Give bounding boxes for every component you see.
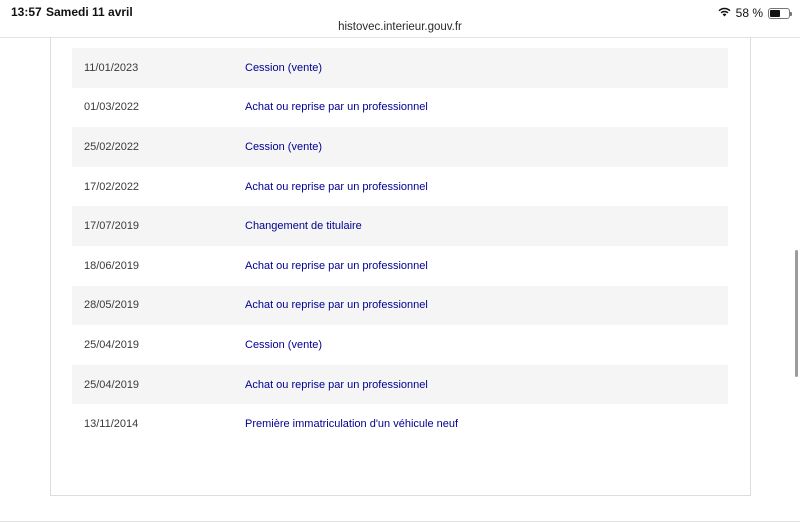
table-row: 01/03/2022 Achat ou reprise par un profes… (72, 88, 728, 128)
event-date: 18/06/2019 (84, 259, 140, 272)
event-date: 01/03/2022 (84, 101, 140, 114)
table-row: 11/01/2023 Cession (vente) (72, 48, 728, 88)
event-date: 25/02/2022 (84, 140, 140, 153)
event-date: 25/04/2019 (84, 378, 140, 391)
event-label: Achat ou reprise par un professionnel (245, 378, 428, 391)
table-row: 25/04/2019 Achat ou reprise par un profes… (72, 364, 728, 405)
table-row: 18/06/2019 Achat ou reprise par un profes… (72, 246, 728, 286)
event-label: Achat ou reprise par un professionnel (245, 101, 428, 114)
event-date: 25/04/2019 (84, 338, 140, 351)
url-text: histovec.interieur.gouv.fr (338, 21, 462, 33)
table-row: 25/02/2022 Cession (vente) (72, 127, 728, 167)
table-row: 25/04/2019 Cession (vente) (72, 325, 728, 365)
event-date: 13/11/2014 (84, 418, 139, 431)
event-date: 11/01/2023 (84, 61, 139, 74)
event-date: 17/07/2019 (84, 220, 140, 233)
event-label: Achat ou reprise par un professionnel (245, 180, 428, 193)
address-bar[interactable]: histovec.interieur.gouv.fr (0, 17, 800, 37)
event-label: Achat ou reprise par un professionnel (245, 299, 428, 312)
bottom-divider (0, 521, 800, 522)
table-row: 17/02/2022 Achat ou reprise par un profes… (72, 167, 728, 207)
event-label: Première immatriculation d'un véhicule n… (245, 418, 459, 431)
history-table: 11/01/2023 Cession (vente) 01/03/2022 Achat… (72, 48, 728, 444)
event-label: Changement de titulaire (245, 220, 362, 233)
event-label: Achat ou reprise par un professionnel (245, 259, 428, 272)
scrollbar[interactable] (795, 250, 798, 377)
table-row: 13/11/2014 Première immatriculation d'un … (72, 404, 728, 444)
event-date: 17/02/2022 (84, 180, 140, 193)
table-row: 17/07/2019 Changement de titulaire (72, 206, 728, 246)
event-label: Cession (vente) (245, 140, 323, 153)
event-date: 28/05/2019 (84, 299, 140, 312)
event-label: Cession (vente) (245, 338, 323, 351)
table-row: 28/05/2019 Achat ou reprise par un profes… (72, 285, 728, 326)
event-label: Cession (vente) (245, 61, 323, 74)
